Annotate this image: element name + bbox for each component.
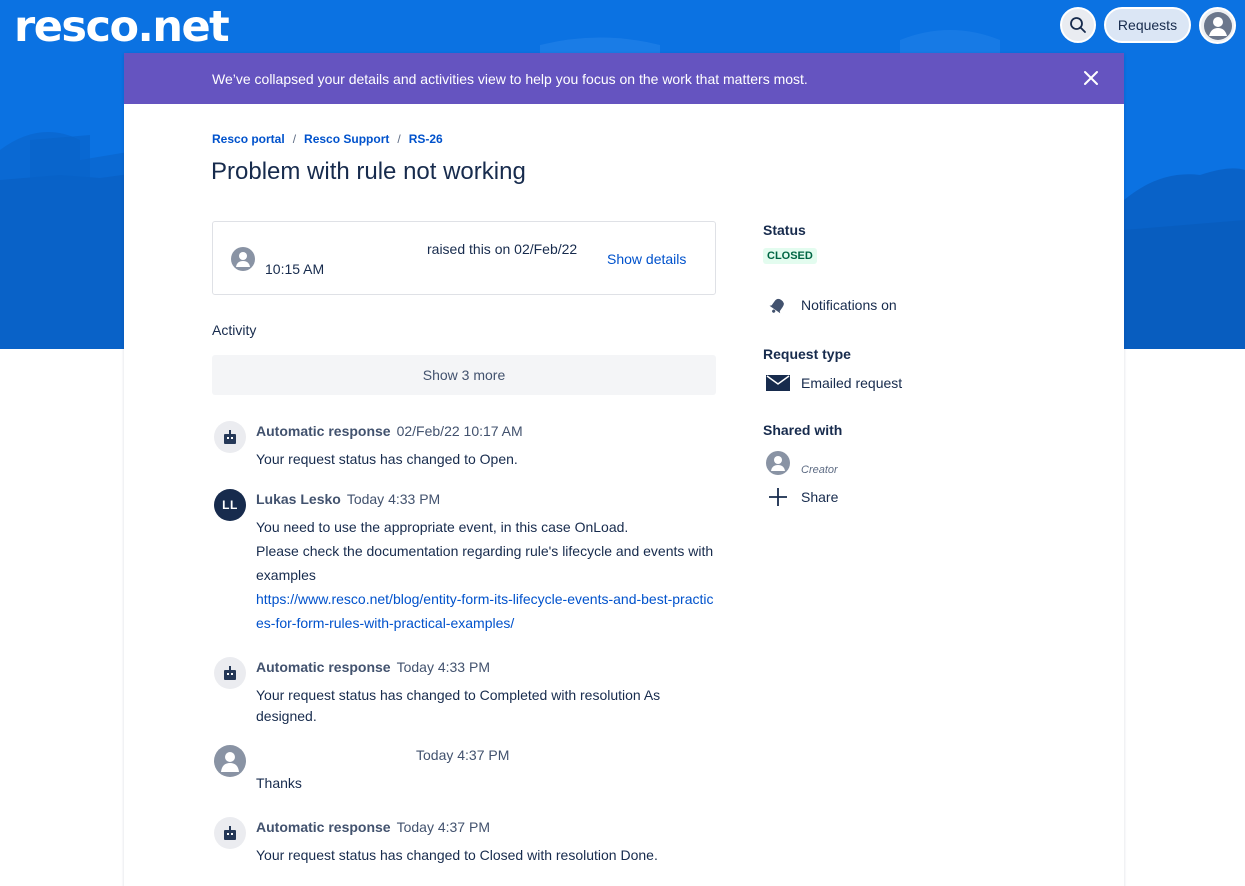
activity-body: You need to use the appropriate event, i… (256, 515, 716, 635)
user-avatar-icon (214, 745, 246, 777)
status-badge: CLOSED (763, 248, 817, 264)
creator-avatar-icon (766, 451, 790, 475)
activity-header: Automatic response 02/Feb/22 10:17 AM (256, 423, 523, 439)
activity-text: Your request status has changed to Open. (256, 451, 518, 467)
activity-author: Automatic response (256, 659, 391, 675)
activity-header: Automatic response Today 4:37 PM (256, 819, 490, 835)
bot-avatar (214, 657, 246, 689)
requests-button[interactable]: Requests (1104, 7, 1191, 43)
activity-text: Your request status has changed to Close… (256, 847, 658, 863)
activity-text: Thanks (256, 775, 302, 791)
raised-time: 10:15 AM (265, 261, 325, 277)
page-title: Problem with rule not working (211, 158, 526, 185)
robot-icon (224, 666, 236, 680)
user-avatar: LL (214, 489, 246, 521)
reporter-avatar-icon (231, 247, 255, 271)
bell-icon (769, 298, 784, 314)
activity-heading: Activity (212, 322, 257, 338)
share-label: Share (801, 489, 839, 505)
icon-wrap (765, 295, 791, 315)
activity-author: Automatic response (256, 423, 391, 439)
activity-body: Your request status has changed to Close… (256, 843, 716, 867)
activity-timestamp: Today 4:37 PM (416, 747, 510, 763)
breadcrumb-resco-support[interactable]: Resco Support (304, 132, 389, 146)
notifications-toggle[interactable]: Notifications on (765, 295, 897, 315)
banner-close-button[interactable] (1076, 63, 1106, 93)
user-avatar (214, 745, 246, 777)
breadcrumb-resco-portal[interactable]: Resco portal (212, 132, 285, 146)
activity-text: You need to use the appropriate event, i… (256, 519, 629, 535)
activity-header: Automatic response Today 4:33 PM (256, 659, 490, 675)
share-button[interactable]: Share (765, 487, 838, 507)
icon-wrap (765, 373, 791, 393)
bot-avatar (214, 421, 246, 453)
show-more-button[interactable]: Show 3 more (212, 355, 716, 395)
request-type-value: Emailed request (801, 375, 903, 391)
activity-author: Lukas Lesko (256, 491, 341, 507)
email-icon (766, 375, 790, 391)
banner-text: We’ve collapsed your details and activit… (212, 71, 808, 87)
shared-with-heading: Shared with (763, 422, 843, 438)
notifications-label: Notifications on (801, 297, 897, 313)
shared-with-creator: Creator (765, 450, 838, 476)
request-type-heading: Request type (763, 346, 851, 362)
activity-timestamp: Today 4:33 PM (396, 659, 490, 675)
status-heading: Status (763, 222, 806, 238)
close-icon (1084, 71, 1098, 85)
activity-body: Thanks (256, 771, 716, 795)
activity-text: Your request status has changed to Compl… (256, 687, 661, 724)
activity-author: Automatic response (256, 819, 391, 835)
activity-timestamp: Today 4:37 PM (396, 819, 490, 835)
activity-header: Today 4:37 PM (256, 747, 509, 763)
icon-wrap (765, 450, 791, 476)
raised-text: raised this on 02/Feb/22 (427, 241, 578, 257)
activity-timestamp: 02/Feb/22 10:17 AM (396, 423, 523, 439)
activity-header: Lukas Lesko Today 4:33 PM (256, 491, 440, 507)
show-details-link[interactable]: Show details (607, 251, 686, 267)
search-button[interactable] (1060, 7, 1096, 43)
search-icon (1070, 17, 1086, 33)
user-avatar-icon (1203, 11, 1232, 40)
logo[interactable]: resco.net (14, 2, 230, 52)
bot-avatar (214, 817, 246, 849)
creator-label: Creator (801, 464, 838, 476)
robot-icon (224, 430, 236, 444)
request-details-box: 10:15 AM raised this on 02/Feb/22 Show d… (212, 221, 716, 295)
activity-body: Your request status has changed to Open. (256, 447, 716, 471)
activity-body: Your request status has changed to Compl… (256, 685, 676, 727)
request-type: Emailed request (765, 373, 902, 393)
breadcrumb-separator: / (397, 132, 401, 146)
documentation-link[interactable]: https://www.resco.net/blog/entity-form-i… (256, 591, 714, 631)
icon-wrap (765, 487, 791, 507)
activity-text: Please check the documentation regarding… (256, 543, 714, 583)
breadcrumb-separator: / (292, 132, 297, 146)
profile-button[interactable] (1199, 7, 1236, 44)
request-card: We’ve collapsed your details and activit… (124, 53, 1124, 886)
breadcrumb-issue-key[interactable]: RS-26 (409, 132, 443, 146)
activity-timestamp: Today 4:33 PM (346, 491, 441, 507)
breadcrumb: Resco portal / Resco Support / RS-26 (212, 132, 443, 146)
plus-icon (769, 488, 787, 506)
robot-icon (224, 826, 236, 840)
info-banner: We’ve collapsed your details and activit… (124, 53, 1124, 104)
